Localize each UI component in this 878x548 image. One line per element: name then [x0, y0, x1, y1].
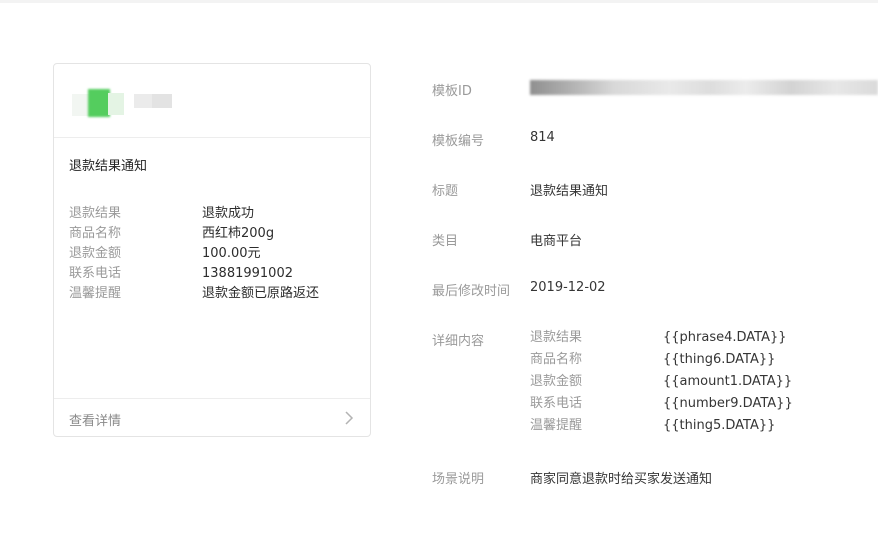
- card-field-value: 西红柿200g: [202, 226, 275, 241]
- card-field-row: 温馨提醒 退款金额已原路返还: [69, 284, 359, 304]
- card-header: [54, 64, 370, 138]
- content-field-row: 退款结果 {{phrase4.DATA}}: [530, 328, 830, 350]
- content-field-key: 退款结果: [530, 330, 583, 345]
- scene-label: 场景说明: [432, 472, 485, 487]
- card-field-row: 联系电话 13881991002: [69, 264, 359, 284]
- template-preview-card: 退款结果通知 退款结果 退款成功 商品名称 西红柿200g 退款金额 100.0…: [53, 63, 371, 437]
- card-field-value: 13881991002: [202, 266, 293, 281]
- card-field-key: 温馨提醒: [69, 286, 122, 301]
- card-field-key: 联系电话: [69, 266, 122, 281]
- content-field-row: 退款金额 {{amount1.DATA}}: [530, 372, 830, 394]
- template-id-label: 模板ID: [432, 84, 472, 99]
- chevron-right-icon: [345, 411, 354, 425]
- view-details-label: 查看详情: [69, 414, 122, 429]
- view-details-link[interactable]: 查看详情: [54, 398, 370, 437]
- blurred-avatar-edge: [108, 93, 124, 115]
- modified-value: 2019-12-02: [530, 280, 606, 295]
- card-fields: 退款结果 退款成功 商品名称 西红柿200g 退款金额 100.00元 联系电话…: [69, 204, 359, 304]
- blurred-account-name-2: [152, 94, 172, 108]
- card-title: 退款结果通知: [69, 159, 148, 174]
- content-field-key: 温馨提醒: [530, 418, 583, 433]
- content-field-value: {{thing5.DATA}}: [663, 418, 776, 433]
- title-label: 标题: [432, 184, 459, 199]
- modified-label: 最后修改时间: [432, 284, 511, 299]
- template-id-value-blurred: [530, 80, 878, 95]
- card-field-row: 退款结果 退款成功: [69, 204, 359, 224]
- content-field-value: {{amount1.DATA}}: [663, 374, 793, 389]
- card-field-key: 退款结果: [69, 206, 122, 221]
- blurred-account-name: [134, 94, 152, 108]
- content-field-key: 退款金额: [530, 374, 583, 389]
- content-field-key: 联系电话: [530, 396, 583, 411]
- blurred-avatar-logo: [88, 89, 110, 117]
- content-fields: 退款结果 {{phrase4.DATA}} 商品名称 {{thing6.DATA…: [530, 328, 830, 438]
- content-field-value: {{thing6.DATA}}: [663, 352, 776, 367]
- scene-value: 商家同意退款时给买家发送通知: [530, 472, 713, 487]
- content-field-row: 联系电话 {{number9.DATA}}: [530, 394, 830, 416]
- content-field-row: 温馨提醒 {{thing5.DATA}}: [530, 416, 830, 438]
- content-field-key: 商品名称: [530, 352, 583, 367]
- category-label: 类目: [432, 234, 459, 249]
- title-value: 退款结果通知: [530, 184, 609, 199]
- content-field-value: {{number9.DATA}}: [663, 396, 793, 411]
- card-field-value: 退款金额已原路返还: [202, 286, 320, 301]
- content-field-row: 商品名称 {{thing6.DATA}}: [530, 350, 830, 372]
- top-divider: [0, 0, 878, 3]
- content-field-value: {{phrase4.DATA}}: [663, 330, 787, 345]
- card-field-row: 退款金额 100.00元: [69, 244, 359, 264]
- template-no-label: 模板编号: [432, 134, 485, 149]
- card-field-value: 100.00元: [202, 246, 261, 261]
- card-field-value: 退款成功: [202, 206, 255, 221]
- content-label: 详细内容: [432, 334, 485, 349]
- template-no-value: 814: [530, 130, 555, 145]
- category-value: 电商平台: [530, 234, 583, 249]
- card-field-row: 商品名称 西红柿200g: [69, 224, 359, 244]
- card-field-key: 退款金额: [69, 246, 122, 261]
- card-field-key: 商品名称: [69, 226, 122, 241]
